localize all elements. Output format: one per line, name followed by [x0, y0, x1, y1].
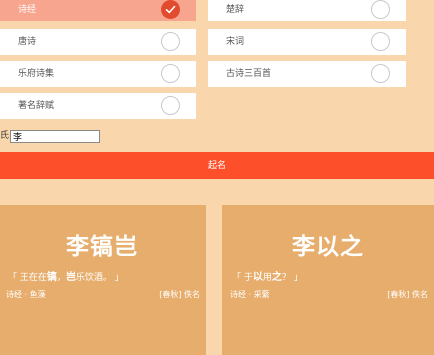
radio-circle-icon[interactable]	[371, 0, 390, 19]
option-gushi[interactable]: 古诗三百首	[208, 61, 406, 87]
verse-text: 用	[262, 273, 272, 283]
radio-circle-icon[interactable]	[371, 64, 390, 83]
surname-input[interactable]	[10, 129, 101, 143]
verse-highlight: 之	[271, 272, 282, 283]
card-author: [春秋] 佚名	[159, 290, 200, 299]
verse-text: ，	[56, 273, 66, 283]
option-songci[interactable]: 宋词	[208, 29, 406, 55]
radio-circle-icon[interactable]	[161, 32, 180, 51]
generate-button[interactable]: 起名	[0, 152, 434, 179]
option-label: 著名辞赋	[18, 101, 55, 111]
card-verse: 「 于以用之？ 」	[232, 268, 303, 283]
verse-text: ？ 」	[281, 273, 303, 283]
name-card[interactable]: 李以之 「 于以用之？ 」 诗经 · 采蘩 [春秋] 佚名	[222, 205, 434, 355]
verse-highlight: 岂	[65, 272, 76, 283]
option-label: 宋词	[226, 37, 245, 47]
name-card[interactable]: 李镐岂 「 王在在镐，岂乐饮酒。 」 诗经 · 鱼藻 [春秋] 佚名	[0, 205, 206, 355]
card-author: [春秋] 佚名	[387, 290, 428, 299]
surname-row: 姓氏	[0, 129, 101, 143]
card-verse: 「 王在在镐，岂乐饮酒。 」	[8, 268, 124, 283]
surname-label: 姓氏	[0, 131, 10, 141]
verse-highlight: 以	[252, 272, 263, 283]
option-label: 楚辞	[226, 5, 245, 15]
radio-circle-icon[interactable]	[371, 32, 390, 51]
verse-text: 「 王在在	[8, 273, 47, 283]
option-label: 乐府诗集	[18, 69, 55, 79]
card-name: 李以之	[292, 234, 364, 260]
card-source: 诗经 · 鱼藻	[6, 290, 46, 299]
verse-text: 「 于	[232, 273, 253, 283]
option-label: 古诗三百首	[226, 69, 272, 79]
radio-circle-icon[interactable]	[161, 96, 180, 115]
option-chuci[interactable]: 楚辞	[208, 0, 406, 21]
option-yuefu[interactable]: 乐府诗集	[0, 61, 196, 87]
verse-text: 乐饮酒。 」	[75, 273, 124, 283]
option-tangshi[interactable]: 唐诗	[0, 29, 196, 55]
checkmark-icon[interactable]	[161, 0, 180, 19]
option-shijing[interactable]: 诗经	[0, 0, 196, 21]
option-cifu[interactable]: 著名辞赋	[0, 93, 196, 119]
option-label: 诗经	[18, 5, 37, 15]
verse-highlight: 镐	[46, 272, 57, 283]
radio-circle-icon[interactable]	[161, 64, 180, 83]
option-label: 唐诗	[18, 37, 37, 47]
card-name: 李镐岂	[66, 234, 138, 260]
card-source: 诗经 · 采蘩	[230, 290, 270, 299]
